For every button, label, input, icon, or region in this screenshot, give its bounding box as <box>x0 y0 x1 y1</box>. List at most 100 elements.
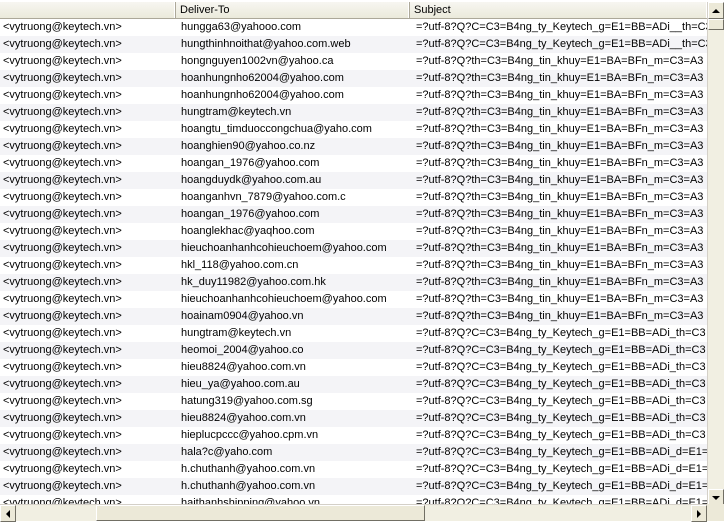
table-row[interactable]: <vytruong@keytech.vn> h.chuthanh@yahoo.co… <box>0 478 707 495</box>
table-row[interactable]: <vytruong@keytech.vn> h.chuthanh@yahoo.co… <box>0 461 707 478</box>
cell-subject: =?utf-8?Q?th=C3=B4ng_tin_khuy=E1=BA=BFn_… <box>416 140 704 152</box>
table-row[interactable]: <vytruong@keytech.vn> hk_duy11982@yahoo.c… <box>0 274 707 291</box>
cell-deliver-to: h.chuthanh@yahoo.com.vn <box>181 463 316 475</box>
cell-subject: =?utf-8?Q?th=C3=B4ng_tin_khuy=E1=BA=BFn_… <box>416 242 704 254</box>
cell-subject: =?utf-8?Q?C=C3=B4ng_ty_Keytech_g=E1=BB=A… <box>416 480 707 492</box>
table-row[interactable]: <vytruong@keytech.vn> hkl_118@yahoo.com.c… <box>0 257 707 274</box>
cell-deliver-to: hongnguyen1002vn@yahoo.ca <box>181 55 334 67</box>
table-row[interactable]: <vytruong@keytech.vn> hoangduydk@yahoo.co… <box>0 172 707 189</box>
table-row[interactable]: <vytruong@keytech.vn> hungga63@yahooo.com… <box>0 19 707 36</box>
table-row[interactable]: <vytruong@keytech.vn> hoanhungnho62004@ya… <box>0 87 707 104</box>
cell-subject: =?utf-8?Q?th=C3=B4ng_tin_khuy=E1=BA=BFn_… <box>416 208 704 220</box>
table-row[interactable]: <vytruong@keytech.vn> hoanghien90@yahoo.c… <box>0 138 707 155</box>
cell-from: <vytruong@keytech.vn> <box>3 293 122 305</box>
scroll-up-button[interactable] <box>708 2 724 19</box>
arrow-left-icon <box>6 509 10 518</box>
horizontal-scroll-thumb[interactable] <box>96 505 425 521</box>
cell-deliver-to: hungtram@keytech.vn <box>181 327 292 339</box>
table-row[interactable]: <vytruong@keytech.vn> hieuchoanhanhcohieu… <box>0 240 707 257</box>
cell-deliver-to: hoangan_1976@yahoo.com <box>181 157 320 169</box>
vertical-scroll-thumb[interactable] <box>708 19 724 30</box>
cell-subject: =?utf-8?Q?th=C3=B4ng_tin_khuy=E1=BA=BFn_… <box>416 310 704 322</box>
scroll-left-button[interactable] <box>0 505 16 522</box>
cell-from: <vytruong@keytech.vn> <box>3 310 122 322</box>
cell-deliver-to: hieu_ya@yahoo.com.au <box>181 378 300 390</box>
cell-deliver-to: hatung319@yahoo.com.sg <box>181 395 313 407</box>
cell-subject: =?utf-8?Q?C=C3=B4ng_ty_Keytech_g=E1=BB=A… <box>416 344 706 356</box>
table-row[interactable]: <vytruong@keytech.vn> hieuchoanhanhcohieu… <box>0 291 707 308</box>
table-row[interactable]: <vytruong@keytech.vn> hongnguyen1002vn@ya… <box>0 53 707 70</box>
cell-from: <vytruong@keytech.vn> <box>3 259 122 271</box>
table-row[interactable]: <vytruong@keytech.vn> hieu8824@yahoo.com.… <box>0 410 707 427</box>
cell-subject: =?utf-8?Q?th=C3=B4ng_tin_khuy=E1=BA=BFn_… <box>416 89 704 101</box>
table-row[interactable]: <vytruong@keytech.vn> hoanganhvn_7879@yah… <box>0 189 707 206</box>
message-list: Deliver-To Subject <vytruong@keytech.vn>… <box>0 0 724 522</box>
cell-deliver-to: h.chuthanh@yahoo.com.vn <box>181 480 316 492</box>
column-header-subject[interactable]: Subject <box>410 2 707 18</box>
cell-from: <vytruong@keytech.vn> <box>3 361 122 373</box>
table-row[interactable]: <vytruong@keytech.vn> hoanhungnho62004@ya… <box>0 70 707 87</box>
table-row[interactable]: <vytruong@keytech.vn> hatung319@yahoo.com… <box>0 393 707 410</box>
cell-deliver-to: hoanganhvn_7879@yahoo.com.c <box>181 191 346 203</box>
cell-from: <vytruong@keytech.vn> <box>3 344 122 356</box>
cell-subject: =?utf-8?Q?th=C3=B4ng_tin_khuy=E1=BA=BFn_… <box>416 72 704 84</box>
cell-from: <vytruong@keytech.vn> <box>3 38 122 50</box>
table-row[interactable]: <vytruong@keytech.vn> hungthinhnoithat@ya… <box>0 36 707 53</box>
table-row[interactable]: <vytruong@keytech.vn> hala?c@yaho.com =?ut… <box>0 444 707 461</box>
column-header-bar: Deliver-To Subject <box>0 2 707 19</box>
cell-subject: =?utf-8?Q?th=C3=B4ng_tin_khuy=E1=BA=BFn_… <box>416 123 704 135</box>
scrollbar-corner <box>707 504 724 521</box>
cell-subject: =?utf-8?Q?th=C3=B4ng_tin_khuy=E1=BA=BFn_… <box>416 293 704 305</box>
table-row[interactable]: <vytruong@keytech.vn> hoangan_1976@yahoo.… <box>0 206 707 223</box>
cell-from: <vytruong@keytech.vn> <box>3 191 122 203</box>
cell-from: <vytruong@keytech.vn> <box>3 140 122 152</box>
cell-subject: =?utf-8?Q?C=C3=B4ng_ty_Keytech_g=E1=BB=A… <box>416 378 706 390</box>
cell-from: <vytruong@keytech.vn> <box>3 89 122 101</box>
cell-subject: =?utf-8?Q?C=C3=B4ng_ty_Keytech_g=E1=BB=A… <box>416 361 706 373</box>
cell-subject: =?utf-8?Q?C=C3=B4ng_ty_Keytech_g=E1=BB=A… <box>416 327 706 339</box>
cell-subject: =?utf-8?Q?C=C3=B4ng_ty_Keytech_g=E1=BB=A… <box>416 446 707 458</box>
cell-subject: =?utf-8?Q?th=C3=B4ng_tin_khuy=E1=BA=BFn_… <box>416 55 704 67</box>
table-row[interactable]: <vytruong@keytech.vn> hoanglekhac@yaqhoo.… <box>0 223 707 240</box>
cell-deliver-to: hoanhungnho62004@yahoo.com <box>181 72 344 84</box>
table-row[interactable]: <vytruong@keytech.vn> hoainam0904@yahoo.v… <box>0 308 707 325</box>
cell-from: <vytruong@keytech.vn> <box>3 463 122 475</box>
cell-deliver-to: hoanhungnho62004@yahoo.com <box>181 89 344 101</box>
cell-subject: =?utf-8?Q?th=C3=B4ng_tin_khuy=E1=BA=BFn_… <box>416 174 704 186</box>
table-row[interactable]: <vytruong@keytech.vn> hieu8824@yahoo.com.… <box>0 359 707 376</box>
cell-from: <vytruong@keytech.vn> <box>3 72 122 84</box>
cell-deliver-to: hk_duy11982@yahoo.com.hk <box>181 276 326 288</box>
cell-subject: =?utf-8?Q?C=C3=B4ng_ty_Keytech_g=E1=BB=A… <box>416 21 707 33</box>
arrow-up-icon <box>712 8 720 13</box>
cell-subject: =?utf-8?Q?th=C3=B4ng_tin_khuy=E1=BA=BFn_… <box>416 259 704 271</box>
cell-deliver-to: hieu8824@yahoo.com.vn <box>181 361 306 373</box>
cell-deliver-to: hkl_118@yahoo.com.cn <box>181 259 299 271</box>
horizontal-scrollbar[interactable] <box>0 504 707 522</box>
scroll-right-button[interactable] <box>691 505 707 522</box>
cell-from: <vytruong@keytech.vn> <box>3 21 122 33</box>
table-row[interactable]: <vytruong@keytech.vn> hoangtu_timduoccong… <box>0 121 707 138</box>
cell-from: <vytruong@keytech.vn> <box>3 327 122 339</box>
cell-deliver-to: hala?c@yaho.com <box>181 446 273 458</box>
vertical-scrollbar[interactable] <box>707 2 724 506</box>
cell-from: <vytruong@keytech.vn> <box>3 106 122 118</box>
table-row[interactable]: <vytruong@keytech.vn> hungtram@keytech.vn… <box>0 104 707 121</box>
table-row[interactable]: <vytruong@keytech.vn> hieu_ya@yahoo.com.a… <box>0 376 707 393</box>
table-row[interactable]: <vytruong@keytech.vn> hungtram@keytech.vn… <box>0 325 707 342</box>
cell-from: <vytruong@keytech.vn> <box>3 446 122 458</box>
cell-from: <vytruong@keytech.vn> <box>3 429 122 441</box>
cell-from: <vytruong@keytech.vn> <box>3 378 122 390</box>
cell-deliver-to: hoanghien90@yahoo.co.nz <box>181 140 316 152</box>
cell-from: <vytruong@keytech.vn> <box>3 242 122 254</box>
cell-subject: =?utf-8?Q?C=C3=B4ng_ty_Keytech_g=E1=BB=A… <box>416 429 706 441</box>
table-row[interactable]: <vytruong@keytech.vn> hieplucpccc@yahoo.c… <box>0 427 707 444</box>
cell-subject: =?utf-8?Q?th=C3=B4ng_tin_khuy=E1=BA=BFn_… <box>416 225 704 237</box>
table-row[interactable]: <vytruong@keytech.vn> hoangan_1976@yahoo.… <box>0 155 707 172</box>
column-header-deliver-to[interactable]: Deliver-To <box>176 2 410 18</box>
cell-deliver-to: hieuchoanhanhcohieuchoem@yahoo.com <box>181 293 387 305</box>
column-header-from[interactable] <box>0 2 176 18</box>
table-row[interactable]: <vytruong@keytech.vn> heomoi_2004@yahoo.c… <box>0 342 707 359</box>
cell-from: <vytruong@keytech.vn> <box>3 208 122 220</box>
cell-deliver-to: heomoi_2004@yahoo.co <box>181 344 304 356</box>
cell-from: <vytruong@keytech.vn> <box>3 157 122 169</box>
